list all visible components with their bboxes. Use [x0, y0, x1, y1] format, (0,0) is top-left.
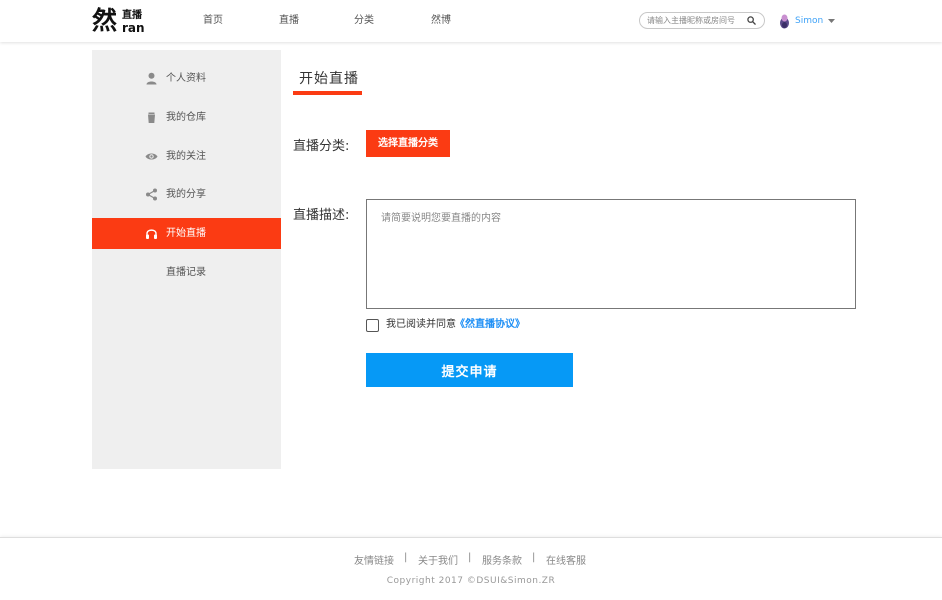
agree-checkbox[interactable]	[366, 319, 379, 332]
footer-separator: |	[468, 552, 472, 563]
page-title: 开始直播	[299, 71, 359, 87]
avatar-icon	[780, 14, 789, 28]
footer-separator: |	[404, 552, 408, 563]
trash-can-icon	[148, 112, 155, 123]
user-menu[interactable]: Simon	[779, 12, 836, 30]
search-box	[639, 12, 765, 29]
headphones-icon	[146, 229, 157, 239]
footer-link-terms[interactable]: 服务条款	[482, 552, 522, 567]
share-icon	[146, 188, 157, 201]
nav-live[interactable]: 直播	[279, 0, 299, 42]
sidebar-item-label: 直播记录	[166, 267, 206, 278]
search-icon[interactable]	[747, 16, 756, 25]
nav-home[interactable]: 首页	[203, 0, 223, 42]
sidebar-item-share[interactable]: 我的分享	[92, 179, 281, 210]
site-logo[interactable]: 然 直播 ran	[92, 5, 148, 37]
agreement-link[interactable]: 《然直播协议》	[455, 318, 525, 332]
user-name: Simon	[795, 16, 824, 26]
footer-separator: |	[532, 552, 536, 563]
sidebar-item-live-records[interactable]: 直播记录	[92, 257, 281, 288]
sidebar-item-warehouse[interactable]: 我的仓库	[92, 102, 281, 133]
logo-wordmark: ran	[122, 21, 145, 35]
page-footer: 友情链接 | 关于我们 | 服务条款 | 在线客服 Copyright 2017…	[0, 537, 942, 600]
agree-text: 我已阅读并同意	[386, 319, 456, 330]
category-label: 直播分类:	[293, 139, 350, 154]
nav-ranbo[interactable]: 然博	[431, 0, 451, 42]
sidebar-item-label: 我的分享	[166, 189, 206, 200]
sidebar: 个人资料 我的仓库 我的关注 我的分享 开始直播 直播记录	[92, 50, 281, 469]
logo-main-char: 然	[92, 6, 117, 35]
sidebar-item-label: 开始直播	[166, 228, 206, 239]
person-icon	[146, 72, 157, 85]
sidebar-item-start-live[interactable]: 开始直播	[92, 218, 281, 249]
description-textarea[interactable]	[366, 199, 856, 309]
footer-link-support[interactable]: 在线客服	[546, 552, 586, 567]
sidebar-item-label: 我的仓库	[166, 112, 206, 123]
sidebar-item-profile[interactable]: 个人资料	[92, 63, 281, 94]
select-category-button[interactable]: 选择直播分类	[366, 130, 450, 157]
copyright-text: Copyright 2017 ©DSUI&Simon.ZR	[386, 576, 556, 586]
logo-subtitle: 直播	[122, 10, 142, 21]
sidebar-item-following[interactable]: 我的关注	[92, 141, 281, 172]
footer-link-friends[interactable]: 友情链接	[354, 552, 394, 567]
sidebar-item-label: 我的关注	[166, 151, 206, 162]
footer-link-about[interactable]: 关于我们	[418, 552, 458, 567]
nav-category[interactable]: 分类	[354, 0, 374, 42]
eye-icon	[145, 153, 158, 160]
top-header: 然 直播 ran 首页 直播 分类 然博 Simon	[0, 0, 942, 42]
search-input[interactable]	[647, 14, 747, 27]
description-label: 直播描述:	[293, 208, 350, 223]
submit-application-button[interactable]: 提交申请	[366, 353, 573, 387]
title-underline	[293, 91, 362, 95]
sidebar-item-label: 个人资料	[166, 73, 206, 84]
caret-down-icon	[828, 19, 836, 23]
